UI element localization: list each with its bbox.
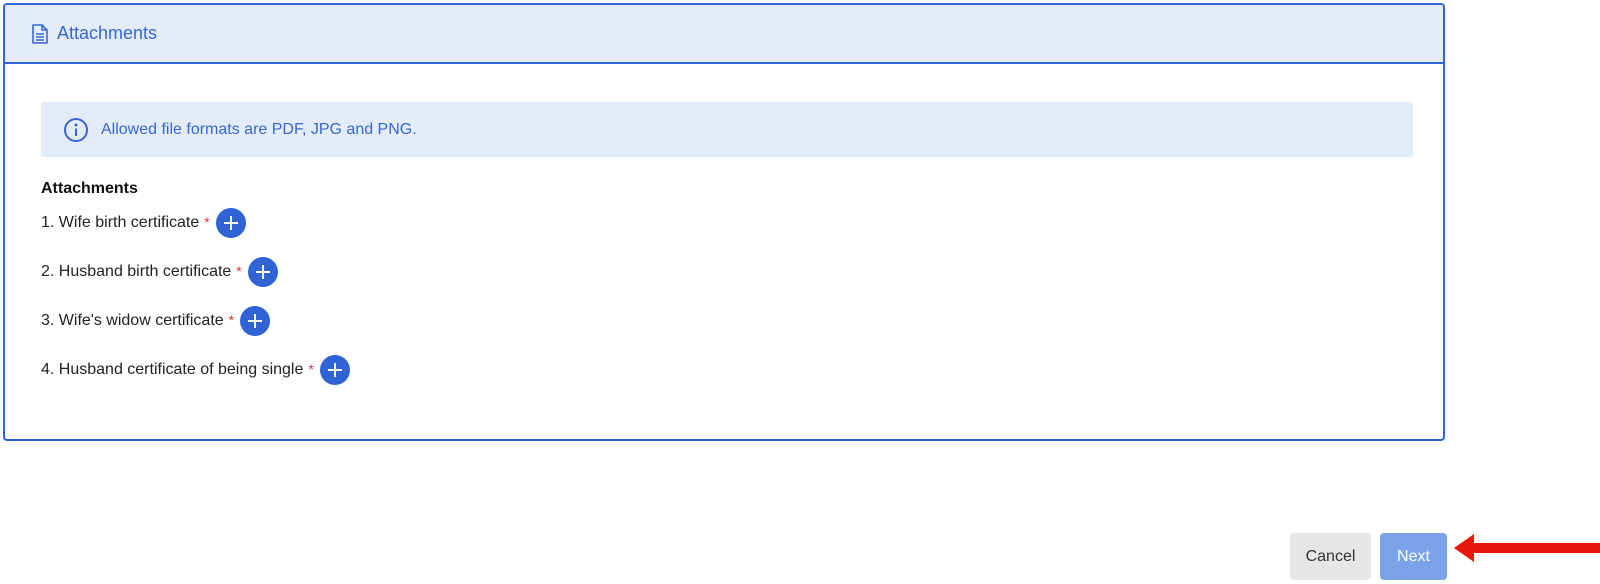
attachment-label: 4. Husband certificate of being single <box>41 361 304 378</box>
attachment-label: 1. Wife birth certificate <box>41 214 200 231</box>
attachment-item: 3. Wife's widow certificate * <box>41 306 350 355</box>
cancel-button[interactable]: Cancel <box>1290 533 1371 580</box>
attachment-label: 3. Wife's widow certificate <box>41 312 224 329</box>
section-title: Attachments <box>41 180 138 197</box>
add-attachment-button[interactable] <box>247 257 278 287</box>
info-circle-icon <box>63 117 89 143</box>
add-attachment-button[interactable] <box>215 208 246 238</box>
plus-icon <box>255 265 270 279</box>
red-arrow-left-icon <box>1454 534 1600 562</box>
required-marker: * <box>236 263 242 279</box>
document-icon <box>31 23 49 44</box>
attachments-card: Attachments Allowed file formats are PDF… <box>3 3 1445 441</box>
add-attachment-button[interactable] <box>319 355 350 385</box>
info-text: Allowed file formats are PDF, JPG and PN… <box>101 120 417 138</box>
plus-icon <box>327 363 342 377</box>
add-attachment-button[interactable] <box>240 306 271 336</box>
attachment-label: 2. Husband birth certificate <box>41 263 232 280</box>
card-header: Attachments <box>5 5 1443 64</box>
card-title: Attachments <box>57 23 158 43</box>
attachment-item: 1. Wife birth certificate * <box>41 208 350 257</box>
attachment-item: 2. Husband birth certificate * <box>41 257 350 306</box>
info-alert: Allowed file formats are PDF, JPG and PN… <box>41 102 1413 157</box>
plus-icon <box>248 314 263 328</box>
attachment-item: 4. Husband certificate of being single * <box>41 355 350 404</box>
next-button[interactable]: Next <box>1380 533 1447 580</box>
plus-icon <box>223 216 238 230</box>
attachment-list: 1. Wife birth certificate * 2. Husband b… <box>41 208 350 404</box>
required-marker: * <box>204 214 210 230</box>
required-marker: * <box>228 312 235 328</box>
required-marker: * <box>308 361 314 377</box>
